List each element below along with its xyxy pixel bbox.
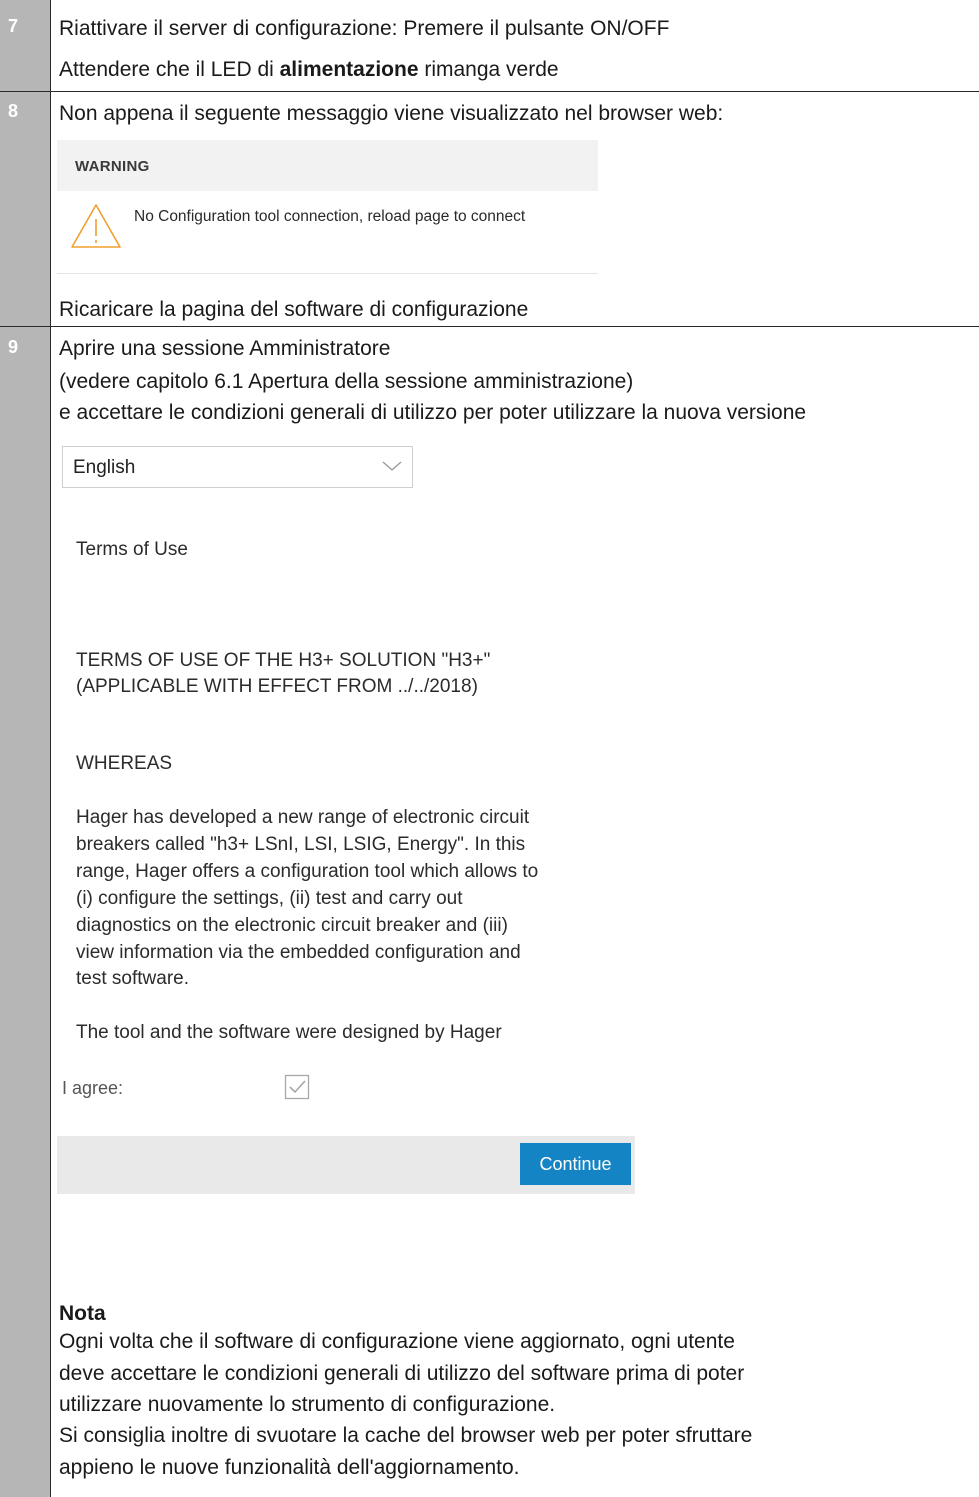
warning-header: WARNING [57, 140, 598, 191]
terms-paragraph-line: (i) configure the settings, (ii) test an… [76, 888, 463, 909]
step-7-instruction: Riattivare il server di configurazione: … [59, 17, 670, 40]
terms-paragraph-line: range, Hager offers a configuration tool… [76, 861, 539, 882]
language-value: English [73, 457, 136, 478]
terms-paragraph-line: Hager has developed a new range of elect… [76, 807, 530, 828]
led-keyword: alimentazione [279, 58, 419, 81]
step-8-instruction: Non appena il seguente messaggio viene v… [59, 102, 724, 125]
chevron-down-icon [382, 461, 402, 471]
step-number: 7 [8, 16, 19, 36]
step-8-reload-instruction: Ricaricare la pagina del software di con… [59, 298, 529, 321]
terms-paragraph-line: breakers called "h3+ LSnI, LSI, LSIG, En… [76, 834, 526, 855]
note-line: deve accettare le condizioni generali di… [59, 1362, 745, 1385]
note-line: utilizzare nuovamente lo strumento di co… [59, 1393, 556, 1416]
warning-title: WARNING [75, 158, 150, 175]
terms-last-line: The tool and the software were designed … [76, 1022, 502, 1043]
terms-paragraph-line: view information via the embedded config… [76, 942, 521, 963]
row-divider [0, 91, 979, 92]
terms-title-line: TERMS OF USE OF THE H3+ SOLUTION "H3+" [76, 650, 491, 671]
step-number: 8 [8, 101, 19, 121]
agree-checkbox[interactable] [284, 1074, 310, 1100]
step-9-line: e accettare le condizioni generali di ut… [59, 401, 807, 424]
step-number-column [0, 0, 50, 1497]
continue-button[interactable]: Continue [520, 1143, 631, 1185]
step-7-led-instruction: Attendere che il LED di alimentazione ri… [59, 58, 559, 81]
terms-heading: Terms of Use [76, 539, 188, 560]
terms-paragraph-line: diagnostics on the electronic circuit br… [76, 915, 508, 936]
warning-message: No Configuration tool connection, reload… [134, 208, 526, 225]
step-9-line: (vedere capitolo 6.1 Apertura della sess… [59, 370, 634, 393]
warning-bottom-border [57, 273, 598, 274]
column-divider [50, 0, 51, 1497]
terms-paragraph-line: test software. [76, 968, 189, 989]
row-divider [0, 326, 979, 327]
language-select[interactable]: English [62, 446, 413, 488]
warning-dialog: WARNING No Configuration tool connection… [57, 140, 598, 274]
step-number: 9 [8, 337, 19, 357]
terms-title-line: (APPLICABLE WITH EFFECT FROM ../../2018) [76, 676, 478, 697]
terms-footer-bar: Continue [57, 1136, 635, 1194]
note-title: Nota [59, 1302, 106, 1325]
note-line: Si consiglia inoltre di svuotare la cach… [59, 1424, 753, 1447]
note-line: appieno le nuove funzionalità dell'aggio… [59, 1456, 520, 1479]
agree-label: I agree: [62, 1078, 124, 1098]
step-9-line: Aprire una sessione Amministratore [59, 337, 391, 360]
note-line: Ogni volta che il software di configuraz… [59, 1330, 735, 1353]
warning-triangle-icon [71, 204, 121, 248]
terms-whereas: WHEREAS [76, 753, 173, 774]
